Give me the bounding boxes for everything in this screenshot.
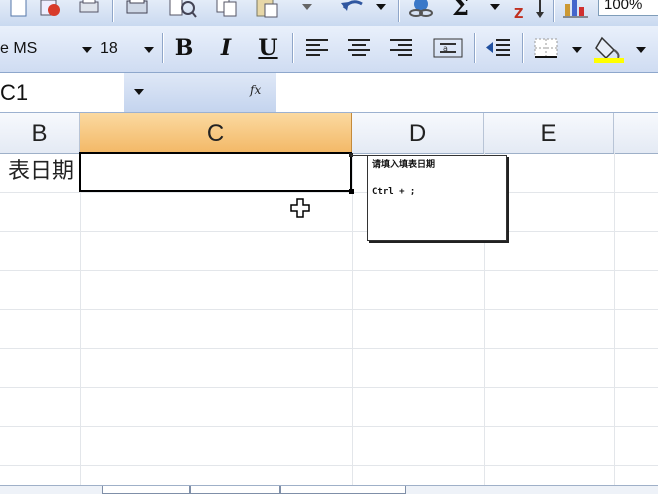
comment-leader-line — [351, 155, 368, 156]
toolbar-separator — [522, 33, 523, 63]
italic-label: I — [220, 35, 232, 61]
font-name-combobox[interactable]: e MS — [0, 37, 78, 61]
permission-icon[interactable] — [38, 0, 62, 18]
active-cell-c1[interactable] — [79, 152, 354, 194]
cell-comment[interactable]: 请填入填表日期 Ctrl + ; — [367, 155, 507, 241]
research-icon[interactable] — [168, 0, 198, 18]
bold-label: B — [174, 35, 194, 61]
column-header-b[interactable]: B — [0, 113, 80, 153]
toolbar-separator — [112, 0, 113, 22]
underline-button[interactable]: U — [254, 34, 282, 62]
font-size-dropdown-icon[interactable] — [144, 47, 154, 53]
standard-toolbar: Σ Z 100% — [0, 0, 658, 27]
column-b-label: B — [31, 120, 48, 147]
fill-color-icon[interactable] — [592, 32, 628, 64]
svg-text:Z: Z — [514, 7, 523, 20]
insert-function-icon[interactable]: fx — [250, 83, 261, 97]
column-c-label: C — [206, 120, 225, 147]
cell-b1[interactable]: 表日期 — [0, 153, 78, 191]
column-header-f[interactable] — [614, 113, 658, 153]
column-header-e[interactable]: E — [484, 113, 614, 153]
column-header-c[interactable]: C — [80, 113, 352, 153]
bold-button[interactable]: B — [170, 34, 198, 62]
column-header-d[interactable]: D — [352, 113, 484, 153]
copy-icon[interactable] — [214, 0, 240, 18]
name-box-value: C1 — [0, 80, 29, 105]
paste-dropdown-icon[interactable] — [302, 4, 312, 10]
column-d-label: D — [408, 120, 427, 147]
toolbar-separator — [292, 33, 293, 63]
italic-button[interactable]: I — [212, 34, 240, 62]
font-name-dropdown-icon[interactable] — [82, 47, 92, 53]
autosum-icon[interactable]: Σ — [452, 0, 469, 21]
fill-handle[interactable] — [349, 189, 354, 194]
align-left-icon[interactable] — [304, 36, 330, 60]
column-header-row: B C D E — [0, 113, 658, 154]
undo-icon[interactable] — [338, 0, 368, 18]
comment-text-line1: 请填入填表日期 — [372, 160, 436, 170]
cell-b1-text: 表日期 — [7, 159, 74, 184]
print-preview-icon[interactable] — [124, 0, 150, 18]
zoom-value: 100% — [604, 0, 643, 13]
worksheet-grid[interactable] — [0, 153, 658, 493]
formula-bar: C1 fx — [0, 73, 658, 113]
chart-wizard-icon[interactable] — [562, 0, 592, 20]
align-center-icon[interactable] — [346, 36, 372, 60]
borders-dropdown-icon[interactable] — [572, 47, 582, 53]
underline-label: U — [258, 35, 278, 61]
name-box-dropdown-icon[interactable] — [134, 89, 144, 95]
font-name-value: e MS — [0, 40, 38, 57]
merge-center-icon[interactable]: a — [432, 36, 464, 60]
sort-ascending-icon[interactable]: Z — [512, 0, 548, 20]
name-box-dropdown[interactable]: fx — [124, 73, 276, 112]
zoom-combobox[interactable]: 100% — [598, 0, 658, 16]
svg-text:a: a — [443, 44, 448, 53]
align-right-icon[interactable] — [388, 36, 414, 60]
undo-dropdown-icon[interactable] — [376, 4, 386, 10]
autosum-dropdown-icon[interactable] — [490, 4, 500, 10]
toolbar-separator — [474, 33, 475, 63]
cell-cursor-icon — [290, 198, 310, 218]
font-size-value: 18 — [100, 40, 118, 57]
borders-icon[interactable] — [532, 36, 560, 60]
comment-text-line2: Ctrl + ; — [372, 187, 416, 197]
fill-color-dropdown-icon[interactable] — [636, 47, 646, 53]
paste-icon[interactable] — [254, 0, 284, 18]
font-size-combobox[interactable]: 18 — [100, 37, 138, 61]
new-document-icon[interactable] — [8, 0, 30, 18]
hyperlink-icon[interactable] — [404, 0, 438, 20]
toolbar-separator — [553, 0, 554, 22]
name-box[interactable]: C1 — [0, 73, 124, 112]
print-icon[interactable] — [76, 0, 102, 18]
toolbar-separator — [398, 0, 399, 22]
decrease-indent-icon[interactable] — [484, 36, 512, 60]
toolbar-separator — [162, 33, 163, 63]
column-e-label: E — [540, 120, 557, 147]
